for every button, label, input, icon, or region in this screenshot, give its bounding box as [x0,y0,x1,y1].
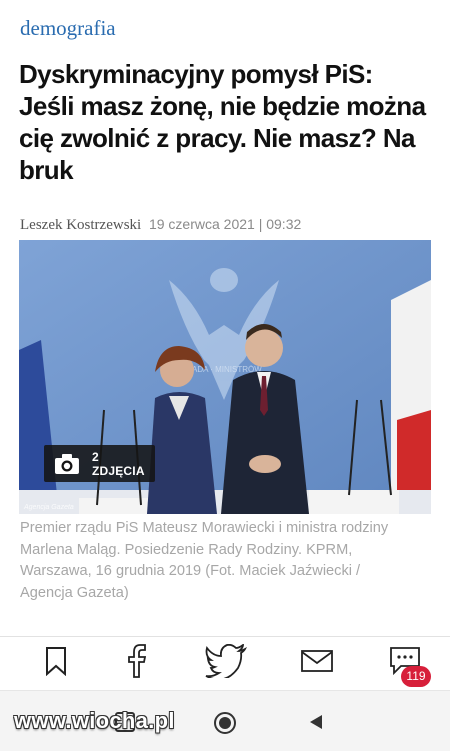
comments-count-badge: 119 [401,666,431,687]
gallery-button[interactable]: 2 ZDJĘCIA [44,445,155,482]
bookmark-icon[interactable] [44,644,68,678]
photo-credit: Agencja Gazeta [24,504,74,511]
headline-line: Jeśli masz żonę, nie będzie można [19,91,426,121]
email-icon[interactable] [300,644,334,678]
caption-line: Agencja Gazeta) [20,584,129,601]
gallery-label: 2 ZDJĘCIA [91,449,145,478]
byline: Leszek Kostrzewski 19 czerwca 2021 | 09:… [20,216,301,234]
twitter-icon[interactable] [204,644,248,678]
divider [0,636,450,637]
headline-line: cię zwolnić z pracy. Nie masz? Na [19,123,415,153]
share-bar [0,638,450,690]
caption-line: Premier rządu PiS Mateusz Morawiecki i m… [20,520,389,536]
category-link[interactable]: demografia [20,16,116,41]
headline-line: Dyskryminacyjny pomysł PiS: [19,59,373,89]
article-headline: Dyskryminacyjny pomysł PiS: Jeśli masz ż… [19,58,439,186]
home-circle-icon[interactable] [213,711,237,740]
publish-date: 19 czerwca 2021 | 09:32 [148,216,302,232]
facebook-icon[interactable] [124,644,148,678]
caption-line: Marlena Maląg. Posiedzenie Rady Rodziny.… [20,541,353,558]
caption-line: Warszawa, 16 grudnia 2019 (Fot. Maciek J… [20,563,361,579]
author-name[interactable]: Leszek Kostrzewski [20,217,141,233]
headline-line: bruk [19,155,74,185]
back-triangle-icon[interactable] [308,713,324,736]
site-watermark: www.wiocha.pl [14,708,175,733]
photo-caption: Premier rządu PiS Mateusz Morawiecki i m… [20,518,420,604]
camera-icon [54,453,79,474]
